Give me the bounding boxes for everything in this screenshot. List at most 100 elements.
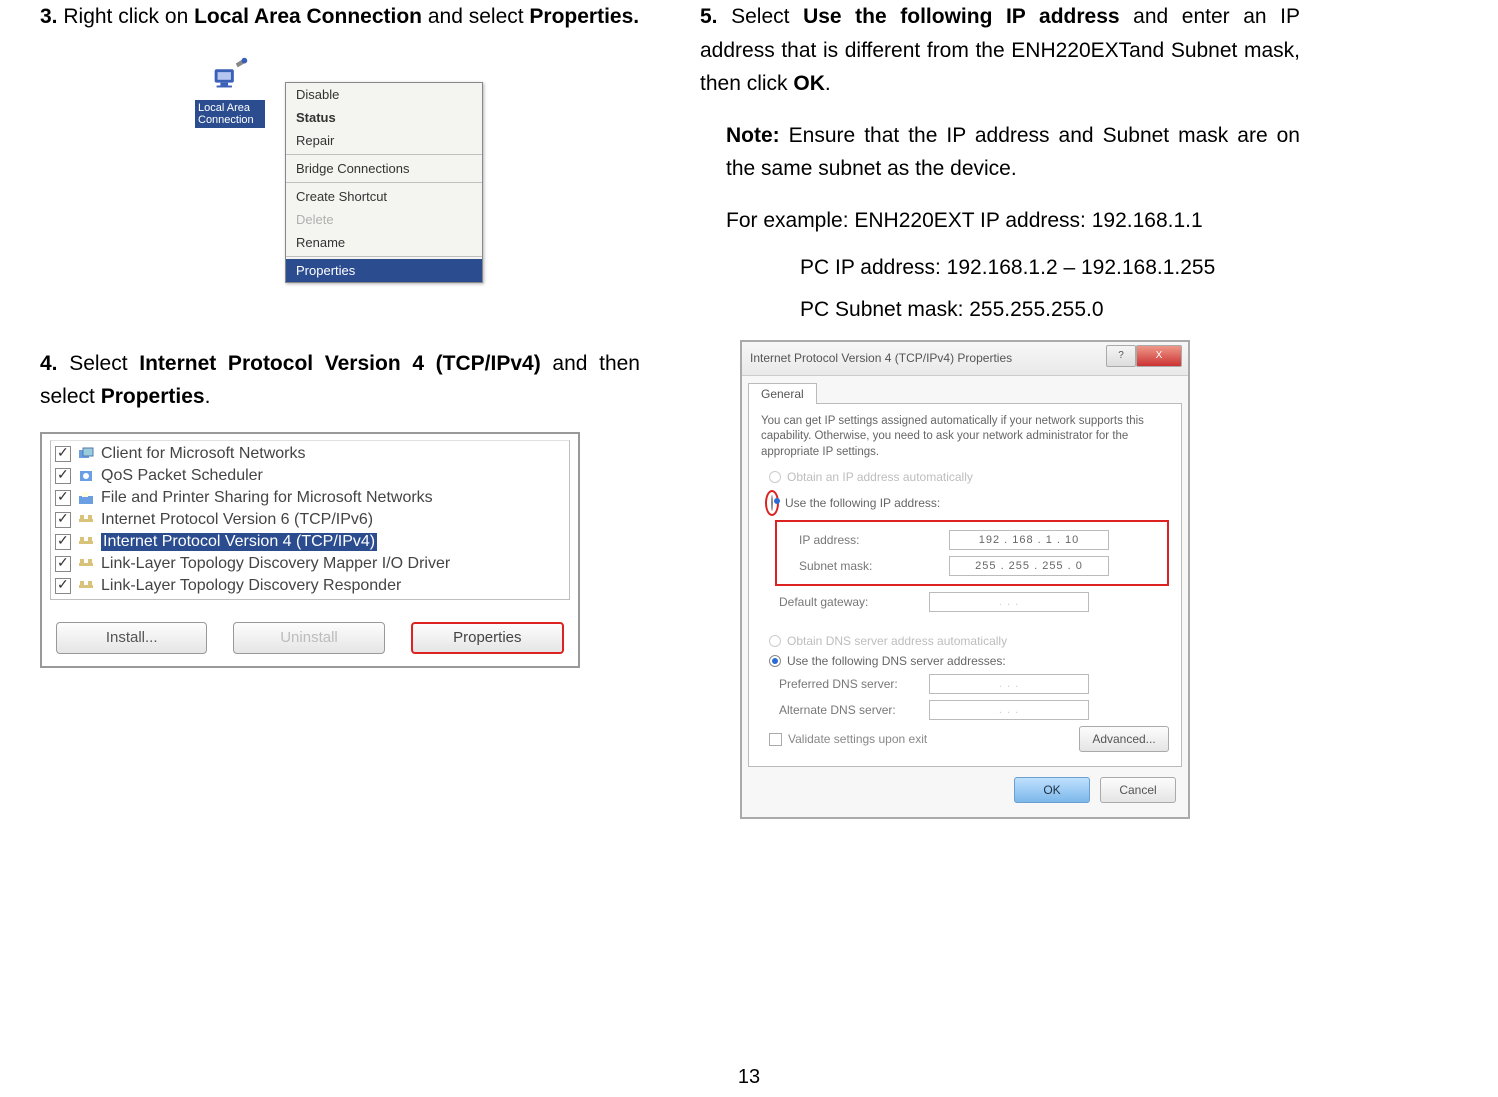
mask-field[interactable]: 255 . 255 . 255 . 0 <box>949 556 1109 576</box>
properties-button[interactable]: Properties <box>411 622 564 654</box>
checkbox-icon[interactable] <box>55 534 71 550</box>
checkbox-icon[interactable] <box>55 468 71 484</box>
step3-bold1: Local Area Connection <box>194 5 422 28</box>
example-line: For example: ENH220EXT IP address: 192.1… <box>726 204 1300 238</box>
step4-post: . <box>205 385 211 408</box>
ip-label: IP address: <box>799 533 949 547</box>
menu-properties[interactable]: Properties <box>286 259 482 282</box>
note-label: Note: <box>726 124 780 147</box>
help-button[interactable]: ? <box>1106 345 1136 367</box>
list-item[interactable]: File and Printer Sharing for Microsoft N… <box>51 487 569 509</box>
step5-post: . <box>825 72 831 95</box>
step4-bold1: Internet Protocol Version 4 (TCP/IPv4) <box>139 352 540 375</box>
list-label: Internet Protocol Version 6 (TCP/IPv6) <box>101 511 373 529</box>
menu-shortcut[interactable]: Create Shortcut <box>286 185 482 208</box>
step3-bold2: Properties. <box>529 5 639 28</box>
menu-disable[interactable]: Disable <box>286 83 482 106</box>
list-item[interactable]: Link-Layer Topology Discovery Responder <box>51 575 569 597</box>
qos-icon <box>77 468 95 484</box>
list-item-selected[interactable]: Internet Protocol Version 4 (TCP/IPv4) <box>51 531 569 553</box>
advanced-button[interactable]: Advanced... <box>1079 726 1169 752</box>
radio-label: Obtain an IP address automatically <box>787 470 973 484</box>
adns-label: Alternate DNS server: <box>779 703 929 717</box>
radio-icon <box>769 635 781 647</box>
radio-dns-manual[interactable]: Use the following DNS server addresses: <box>769 654 1169 668</box>
checkbox-icon[interactable] <box>55 446 71 462</box>
list-label: Internet Protocol Version 4 (TCP/IPv4) <box>101 533 377 551</box>
list-label: Link-Layer Topology Discovery Mapper I/O… <box>101 555 450 573</box>
figure-network-items: Client for Microsoft Networks QoS Packet… <box>40 432 580 668</box>
ip-field[interactable]: 192 . 168 . 1 . 10 <box>949 530 1109 550</box>
step4-text: 4. Select Internet Protocol Version 4 (T… <box>40 347 640 414</box>
step3-mid: and select <box>422 5 529 28</box>
radio-label: Obtain DNS server address automatically <box>787 634 1007 648</box>
figure-ipv4-dialog: Internet Protocol Version 4 (TCP/IPv4) P… <box>740 340 1190 820</box>
uninstall-button: Uninstall <box>233 622 384 654</box>
dialog-titlebar: Internet Protocol Version 4 (TCP/IPv4) P… <box>742 342 1188 376</box>
note-text: Note: Ensure that the IP address and Sub… <box>726 119 1300 186</box>
cancel-button[interactable]: Cancel <box>1100 777 1176 803</box>
list-label: File and Printer Sharing for Microsoft N… <box>101 489 433 507</box>
pdns-label: Preferred DNS server: <box>779 677 929 691</box>
radio-icon <box>769 655 781 667</box>
step5-text: 5. Select Use the following IP address a… <box>700 0 1300 101</box>
checkbox-icon[interactable] <box>55 578 71 594</box>
radio-dns-auto: Obtain DNS server address automatically <box>769 634 1169 648</box>
step4-pre: Select <box>69 352 139 375</box>
protocol-icon <box>77 534 95 550</box>
protocol-icon <box>77 578 95 594</box>
radio-icon <box>771 495 773 511</box>
radio-icon <box>769 471 781 483</box>
step5-bold1: Use the following IP address <box>803 5 1120 28</box>
note-body: Ensure that the IP address and Subnet ma… <box>726 124 1300 181</box>
protocol-icon <box>77 556 95 572</box>
dialog-desc: You can get IP settings assigned automat… <box>761 414 1169 461</box>
step3-num: 3. <box>40 5 58 28</box>
tab-general[interactable]: General <box>748 383 817 404</box>
step5-num: 5. <box>700 5 718 28</box>
pc-mask-line: PC Subnet mask: 255.255.255.0 <box>800 298 1300 322</box>
lac-label: Local Area Connection <box>195 100 265 128</box>
adns-field[interactable]: . . . <box>929 700 1089 720</box>
close-button[interactable]: X <box>1136 345 1182 367</box>
validate-label: Validate settings upon exit <box>788 732 927 746</box>
radio-label: Use the following DNS server addresses: <box>787 654 1006 668</box>
context-menu: Disable Status Repair Bridge Connections… <box>285 82 483 283</box>
install-button[interactable]: Install... <box>56 622 207 654</box>
page-number: 13 <box>0 1066 1498 1089</box>
step5-bold2: OK <box>793 72 825 95</box>
step3-pre: Right click on <box>63 5 194 28</box>
radio-label: Use the following IP address: <box>785 496 940 510</box>
protocol-icon <box>77 512 95 528</box>
checkbox-icon[interactable] <box>769 733 782 746</box>
step3-text: 3. Right click on Local Area Connection … <box>40 0 640 34</box>
list-label: Link-Layer Topology Discovery Responder <box>101 577 401 595</box>
ok-button[interactable]: OK <box>1014 777 1090 803</box>
step4-bold2: Properties <box>101 385 205 408</box>
step4-num: 4. <box>40 352 58 375</box>
pdns-field[interactable]: . . . <box>929 674 1089 694</box>
network-items-list: Client for Microsoft Networks QoS Packet… <box>50 440 570 600</box>
list-item[interactable]: Link-Layer Topology Discovery Mapper I/O… <box>51 553 569 575</box>
local-area-connection-icon[interactable]: Local Area Connection <box>195 52 265 128</box>
checkbox-icon[interactable] <box>55 512 71 528</box>
list-label: Client for Microsoft Networks <box>101 445 306 463</box>
mask-label: Subnet mask: <box>799 559 949 573</box>
menu-rename[interactable]: Rename <box>286 231 482 254</box>
menu-bridge[interactable]: Bridge Connections <box>286 157 482 180</box>
pc-ip-line: PC IP address: 192.168.1.2 – 192.168.1.2… <box>800 256 1300 280</box>
step5-pre: Select <box>731 5 803 28</box>
client-icon <box>77 446 95 462</box>
menu-repair[interactable]: Repair <box>286 129 482 152</box>
gw-field[interactable]: . . . <box>929 592 1089 612</box>
list-item[interactable]: QoS Packet Scheduler <box>51 465 569 487</box>
list-label: QoS Packet Scheduler <box>101 467 263 485</box>
menu-delete: Delete <box>286 208 482 231</box>
menu-status[interactable]: Status <box>286 106 482 129</box>
list-item[interactable]: Client for Microsoft Networks <box>51 443 569 465</box>
radio-obtain-auto[interactable]: Obtain an IP address automatically <box>769 470 1169 484</box>
radio-use-following[interactable]: Use the following IP address: <box>769 490 1169 516</box>
checkbox-icon[interactable] <box>55 490 71 506</box>
list-item[interactable]: Internet Protocol Version 6 (TCP/IPv6) <box>51 509 569 531</box>
checkbox-icon[interactable] <box>55 556 71 572</box>
